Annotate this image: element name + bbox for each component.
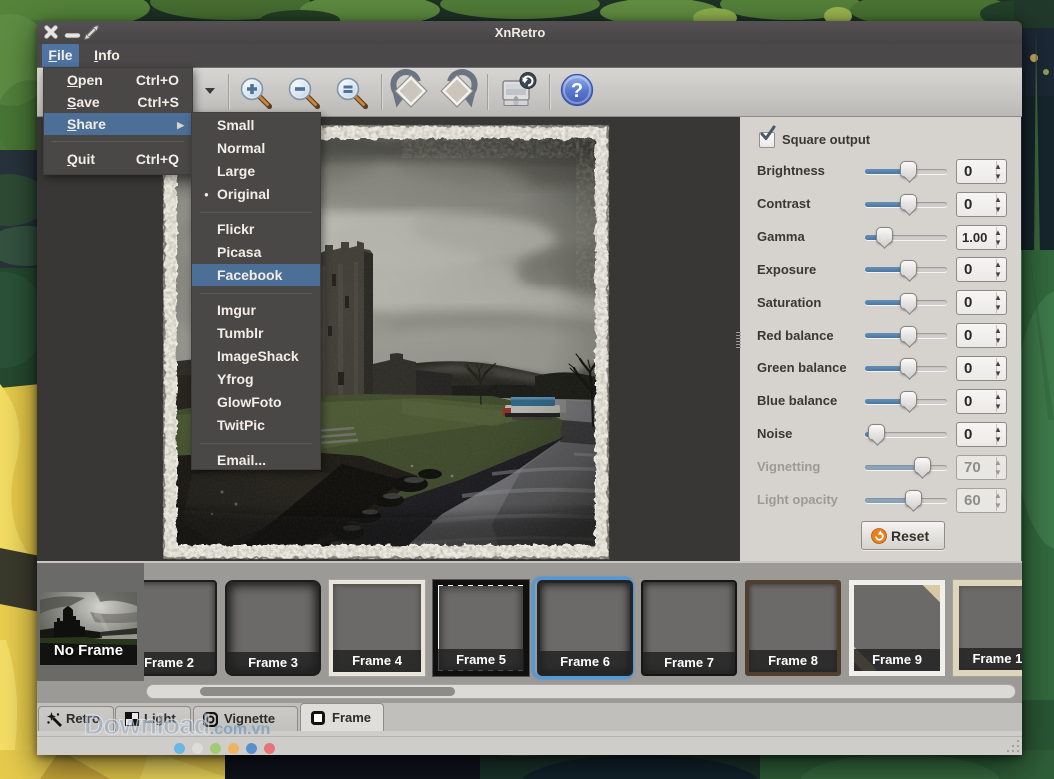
svg-text:XnRetro: XnRetro [495,25,546,40]
svg-text:?: ? [571,80,583,102]
